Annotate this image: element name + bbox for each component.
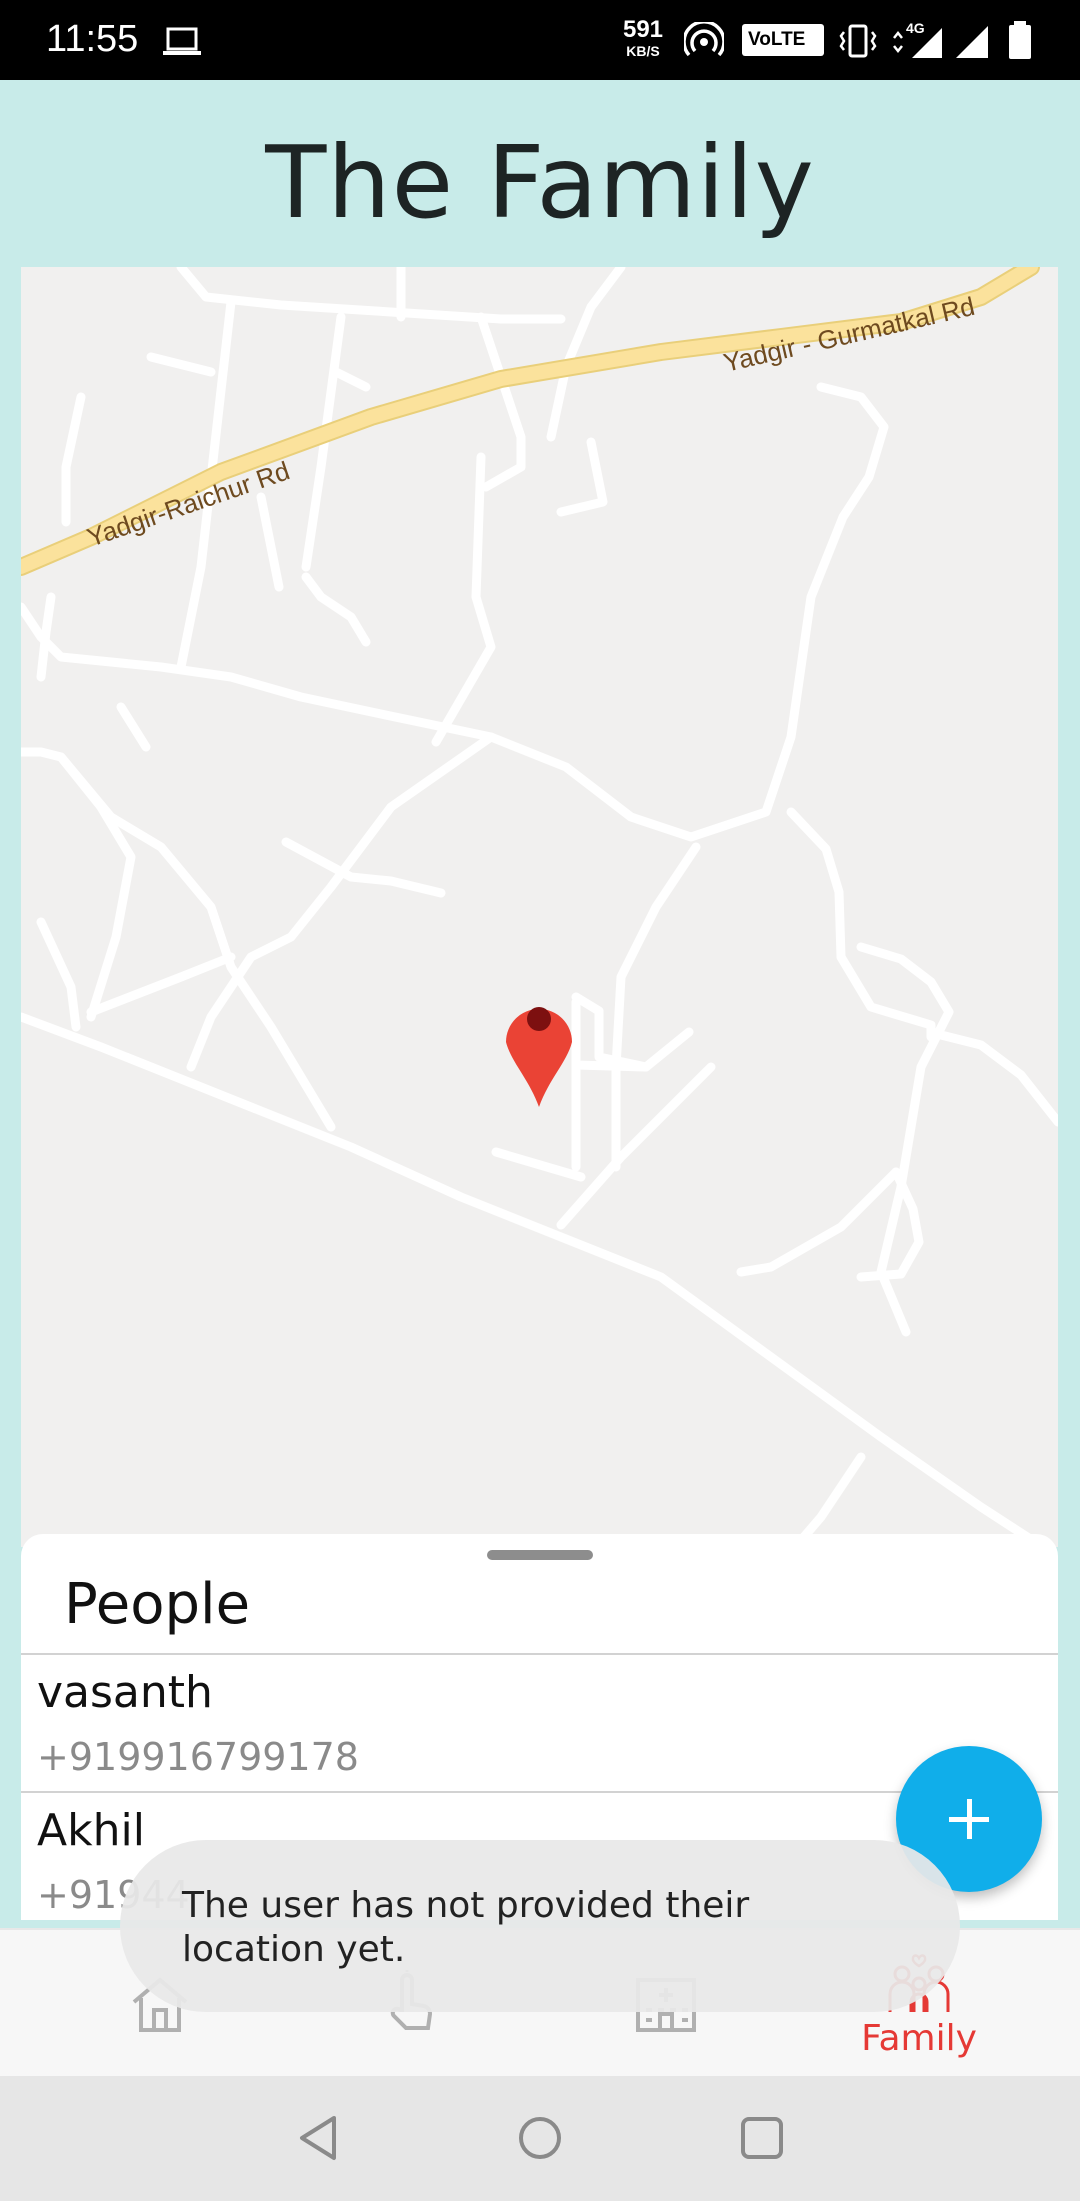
hotspot-icon: [684, 22, 724, 57]
page-title: The Family: [265, 124, 815, 241]
person-name: vasanth: [37, 1667, 213, 1718]
recents-icon[interactable]: [740, 2116, 784, 2160]
net-speed-unit: KB/S: [626, 43, 660, 59]
person-name: Akhil: [37, 1805, 145, 1856]
net-speed-indicator: 591 KB/S: [615, 16, 671, 59]
laptop-icon: [163, 27, 201, 55]
signal-4g-icon: 4G: [890, 20, 946, 60]
toast-text: The user has not provided their location…: [182, 1885, 750, 1970]
home-circle-icon[interactable]: [518, 2116, 562, 2160]
battery-icon: [1009, 21, 1031, 59]
location-pin-icon[interactable]: [506, 1007, 572, 1107]
system-navigation-bar: [0, 2076, 1080, 2201]
map-view[interactable]: Yadgir-Raichur Rd Yadgir - Gurmatkal Rd: [21, 267, 1058, 1547]
vibrate-icon: [839, 24, 877, 58]
net-speed-value: 591: [622, 16, 664, 43]
back-icon[interactable]: [296, 2114, 340, 2162]
person-list-item[interactable]: vasanth +919916799178: [21, 1655, 1058, 1791]
sheet-title: People: [64, 1572, 251, 1637]
volte-label: VoLTE: [748, 29, 806, 50]
status-bar: 11:55 591 KB/S VoLTE 4G: [0, 0, 1080, 80]
nav-family-label: Family: [861, 2018, 977, 2059]
toast-message: The user has not provided their location…: [120, 1840, 960, 2012]
app-header: The Family: [0, 80, 1080, 267]
map-roads: Yadgir-Raichur Rd Yadgir - Gurmatkal Rd: [21, 267, 1058, 1547]
signal-icon: [956, 26, 988, 58]
drag-handle[interactable]: [487, 1550, 593, 1560]
status-time: 11:55: [46, 18, 139, 60]
person-phone: +919916799178: [37, 1735, 359, 1779]
volte-badge: VoLTE: [742, 24, 824, 56]
